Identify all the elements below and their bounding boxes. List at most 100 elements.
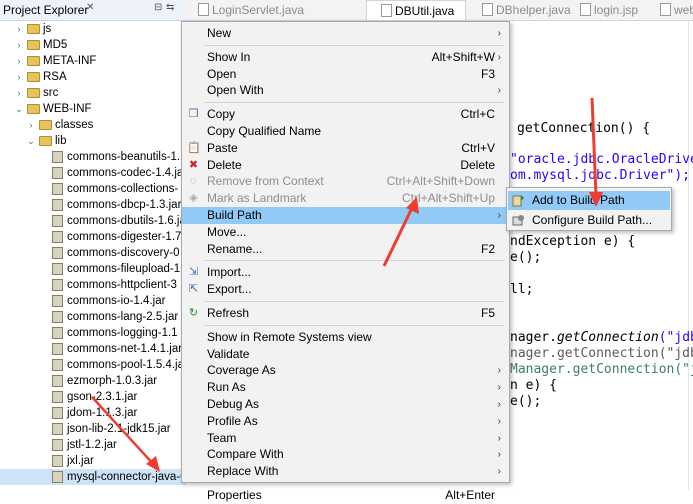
tree-item-label: commons-dbcp-1.3.jar [67, 199, 182, 211]
tab-web[interactable]: web [660, 0, 693, 20]
menu-item-label: Open [207, 66, 237, 81]
submenu-arrow-icon: › [497, 51, 501, 63]
menu-item-refresh[interactable]: ↻ Refresh F5 [182, 305, 509, 322]
code-line: Manager.getConnection("j [510, 362, 693, 377]
menu-item-coverage-as[interactable]: Coverage As › [182, 362, 509, 379]
tree-item-jar[interactable]: commons-discovery-0 [0, 245, 186, 261]
menu-item-move[interactable]: Move... [182, 224, 509, 241]
menu-item-build-path[interactable]: Build Path › [182, 207, 509, 224]
tree-item-jar[interactable]: commons-net-1.4.1.jar [0, 341, 186, 357]
menu-item-export[interactable]: ⇱ Export... [182, 281, 509, 298]
menu-item-shortcut: F3 [480, 66, 495, 81]
editor-tab-bar: LoginServlet.java DBUtil.java DBhelper.j… [186, 0, 693, 21]
jar-icon [52, 359, 63, 371]
menu-separator [204, 102, 504, 104]
close-view-icon[interactable]: ✕ [86, 2, 94, 13]
tree-item-jar[interactable]: commons-collections- [0, 181, 186, 197]
collapse-arrow-icon[interactable]: › [14, 53, 24, 69]
tree-item-label: lib [55, 135, 67, 147]
tree-item-jar[interactable]: commons-lang-2.5.jar [0, 309, 186, 325]
menu-item-validate[interactable]: Validate [182, 346, 509, 363]
tab-login-jsp[interactable]: login.jsp [576, 0, 650, 20]
jar-icon [52, 231, 63, 243]
jar-icon [52, 311, 63, 323]
tree-item-jar[interactable]: commons-httpclient-3 [0, 277, 186, 293]
tab-dbhelper[interactable]: DBhelper.java [476, 0, 578, 20]
menu-item-delete[interactable]: ✖ Delete Delete [182, 157, 509, 174]
menu-item-run-as[interactable]: Run As › [182, 379, 509, 396]
tree-item-label: commons-codec-1.4.ja [67, 167, 184, 179]
menu-item-compare-with[interactable]: Compare With › [182, 446, 509, 463]
tree-item-jar[interactable]: jdom-1.1.3.jar [0, 405, 186, 421]
tab-dbutil[interactable]: DBUtil.java [366, 0, 466, 20]
menu-item-shortcut: Ctrl+Alt+Shift+Up [401, 191, 495, 206]
tree-item-jar[interactable]: commons-io-1.4.jar [0, 293, 186, 309]
tree-item-label: json-lib-2.1-jdk15.jar [67, 423, 171, 435]
tree-item-jar[interactable]: commons-dbutils-1.6.ja [0, 213, 186, 229]
tree-item-label: classes [55, 119, 94, 131]
tree-item-jar[interactable]: jxl.jar [0, 453, 186, 469]
tab-loginservlet[interactable]: LoginServlet.java [188, 0, 304, 20]
tree-item-folder[interactable]: ⌄ lib [0, 133, 186, 149]
menu-item-copy-qualified-name[interactable]: Copy Qualified Name [182, 123, 509, 140]
tree-item-folder[interactable]: ⌄ WEB-INF [0, 101, 186, 117]
tree-item-jar[interactable]: commons-dbcp-1.3.jar [0, 197, 186, 213]
menu-item-add-to-build-path[interactable]: Add to Build Path [508, 191, 670, 210]
tree-item-label: commons-discovery-0 [67, 247, 180, 259]
menu-item-show-in[interactable]: Show In Alt+Shift+W › [182, 49, 509, 66]
tree-item-jar[interactable]: jstl-1.2.jar [0, 437, 186, 453]
jar-icon [52, 327, 63, 339]
menu-item-new[interactable]: New › [182, 25, 509, 42]
collapse-all-icon[interactable]: ⊟ [154, 2, 162, 13]
configure-build-path-icon [512, 215, 524, 226]
menu-separator [204, 483, 504, 484]
tree-item-jar[interactable]: commons-codec-1.4.ja [0, 165, 186, 181]
tree-item-jar[interactable]: gson-2.3.1.jar [0, 389, 186, 405]
tree-item-folder[interactable]: › src [0, 85, 186, 101]
tree-item-folder[interactable]: › js [0, 21, 186, 37]
tree-item-jar[interactable]: commons-pool-1.5.4.ja [0, 357, 186, 373]
menu-item-rename[interactable]: Rename... F2 [182, 241, 509, 258]
collapse-arrow-icon[interactable]: › [14, 37, 24, 53]
tree-item-jar[interactable]: commons-beanutils-1. [0, 149, 186, 165]
tree-item-folder[interactable]: › classes [0, 117, 186, 133]
tree-item-label: WEB-INF [43, 103, 92, 115]
menu-item-profile-as[interactable]: Profile As › [182, 413, 509, 430]
expand-arrow-icon[interactable]: ⌄ [26, 133, 36, 149]
menu-item-label: Profile As [207, 413, 258, 428]
collapse-arrow-icon[interactable]: › [26, 117, 36, 133]
collapse-arrow-icon[interactable]: › [14, 69, 24, 85]
paste-icon: 📋 [187, 141, 201, 154]
menu-item-label: Remove from Context [207, 174, 324, 189]
tree-item-folder[interactable]: › META-INF [0, 53, 186, 69]
java-file-icon [482, 3, 493, 16]
menu-item-open[interactable]: Open F3 [182, 66, 509, 83]
link-editor-icon[interactable]: ⇆ [166, 2, 174, 13]
menu-item-label: Paste [207, 140, 238, 155]
tree-item-folder[interactable]: › RSA [0, 69, 186, 85]
menu-item-copy[interactable]: ❐ Copy Ctrl+C [182, 106, 509, 123]
collapse-arrow-icon[interactable]: › [14, 85, 24, 101]
menu-item-debug-as[interactable]: Debug As › [182, 396, 509, 413]
menu-item-open-with[interactable]: Open With › [182, 82, 509, 99]
tree-item-jar[interactable]: ezmorph-1.0.3.jar [0, 373, 186, 389]
tree-item-label: commons-fileupload-1 [67, 263, 181, 275]
expand-arrow-icon[interactable]: ⌄ [14, 101, 24, 117]
folder-icon [39, 120, 52, 130]
menu-item-shortcut: F5 [480, 306, 495, 320]
tree-item-folder[interactable]: › MD5 [0, 37, 186, 53]
refresh-icon: ↻ [188, 307, 199, 319]
menu-item-team[interactable]: Team › [182, 430, 509, 447]
collapse-arrow-icon[interactable]: › [14, 21, 24, 37]
menu-item-replace-with[interactable]: Replace With › [182, 463, 509, 480]
menu-item-configure-build-path[interactable]: Configure Build Path... [508, 211, 670, 230]
menu-item-paste[interactable]: 📋 Paste Ctrl+V [182, 140, 509, 157]
submenu-arrow-icon: › [497, 85, 501, 97]
tree-item-label: src [43, 87, 59, 99]
tree-item-jar[interactable]: commons-logging-1.1 [0, 325, 186, 341]
tree-item-jar[interactable]: commons-digester-1.7 [0, 229, 186, 245]
menu-item-show-in-remote-systems-view[interactable]: Show in Remote Systems view [182, 329, 509, 346]
tree-item-jar[interactable]: json-lib-2.1-jdk15.jar [0, 421, 186, 437]
menu-item-import[interactable]: ⇲ Import... [182, 264, 509, 281]
tree-item-jar[interactable]: commons-fileupload-1 [0, 261, 186, 277]
